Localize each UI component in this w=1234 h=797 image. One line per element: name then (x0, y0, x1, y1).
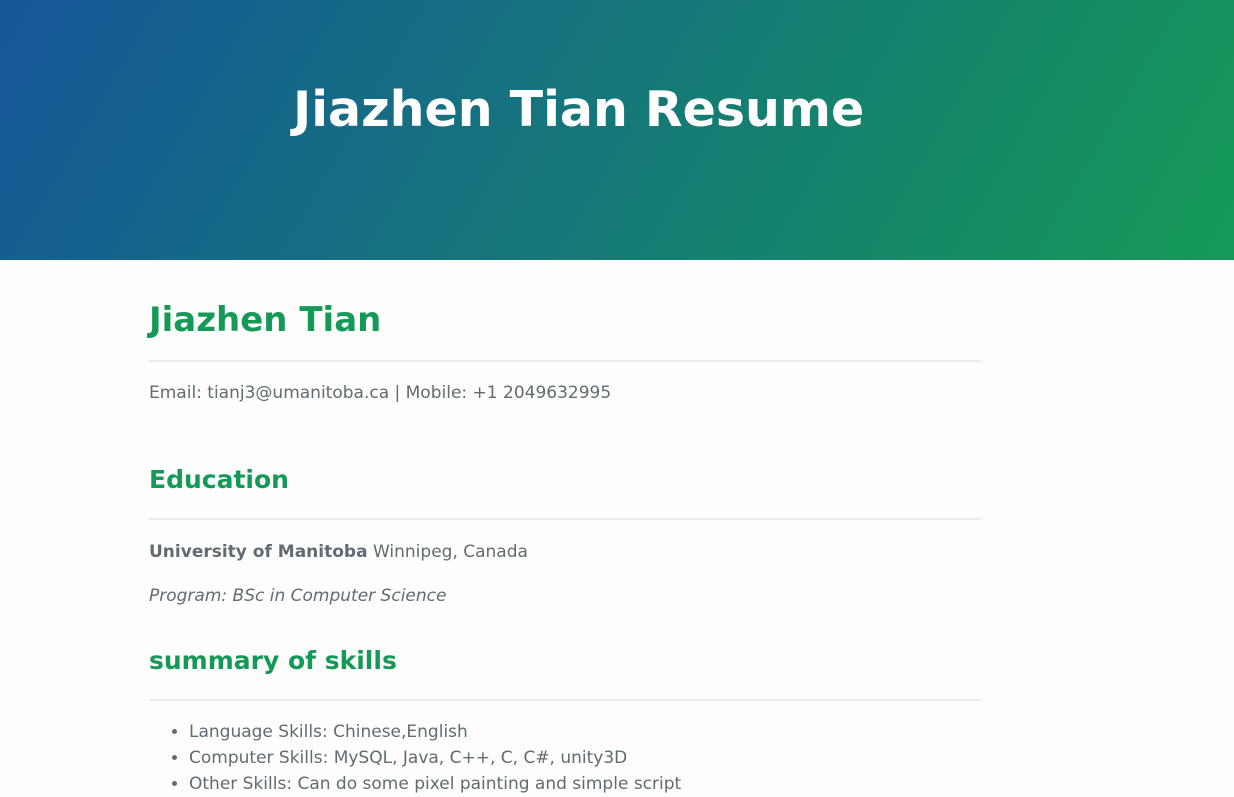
skills-list: Language Skills: Chinese,English Compute… (149, 701, 981, 797)
name-heading: Jiazhen Tian (149, 260, 981, 362)
education-location: Winnipeg, Canada (367, 542, 528, 562)
page-title: Jiazhen Tian Resume (293, 81, 865, 138)
skills-heading: summary of skills (149, 608, 981, 701)
education-program: Program: BSc in Computer Science (149, 586, 447, 606)
page-header: Jiazhen Tian Resume (0, 0, 1234, 260)
list-item: Language Skills: Chinese,English (189, 719, 981, 745)
education-school: University of Manitoba (149, 542, 368, 562)
education-school-line: University of Manitoba Winnipeg, Canada (149, 520, 981, 564)
main-content: Jiazhen Tian Email: tianj3@umanitoba.ca … (149, 260, 981, 797)
education-heading: Education (149, 424, 981, 520)
contact-info: Email: tianj3@umanitoba.ca | Mobile: +1 … (149, 383, 612, 403)
list-item: Other Skills: Can do some pixel painting… (189, 771, 981, 797)
list-item: Computer Skills: MySQL, Java, C++, C, C#… (189, 745, 981, 771)
